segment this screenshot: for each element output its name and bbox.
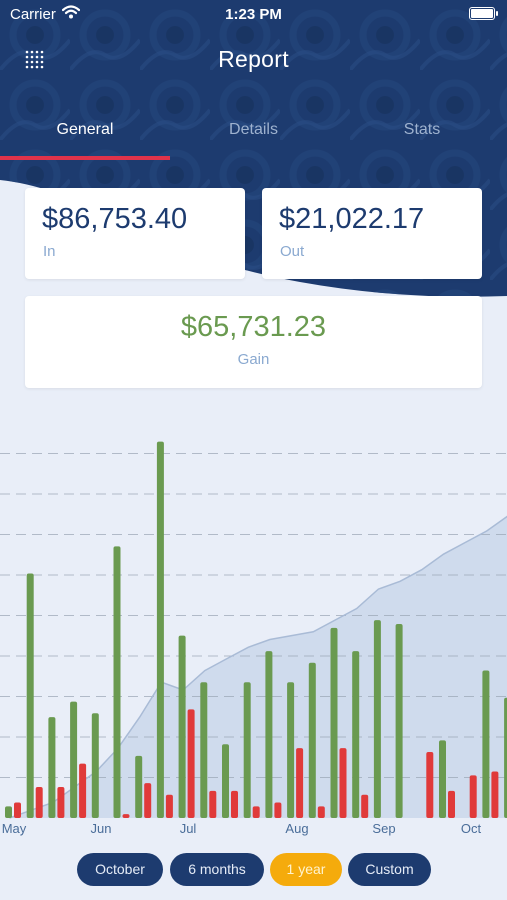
status-time: 1:23 PM	[225, 6, 282, 23]
expense-label: Out	[280, 243, 305, 260]
x-axis-label: Jul	[180, 821, 197, 836]
x-axis-label: Sep	[372, 821, 395, 836]
expense-bar	[35, 786, 43, 818]
income-amount: $86,753.40	[42, 203, 188, 235]
tab-bar: General Details Stats	[0, 115, 507, 163]
income-bar	[243, 682, 251, 818]
gain-label: Gain	[237, 351, 270, 368]
expense-bar	[491, 771, 499, 818]
expense-bar	[361, 794, 369, 818]
income-bar	[70, 701, 78, 818]
income-bar	[265, 651, 273, 818]
x-axis-label: Aug	[285, 821, 308, 836]
expense-bar	[448, 790, 455, 818]
expense-bar	[469, 775, 477, 818]
expense-bar	[144, 783, 152, 818]
expense-bar	[122, 814, 130, 818]
income-bar	[5, 806, 12, 818]
x-axis-label: May	[2, 821, 27, 836]
expense-bar	[296, 748, 304, 818]
page-title: Report	[218, 46, 289, 72]
income-label: In	[43, 243, 56, 260]
income-bar	[482, 670, 490, 818]
gain-card: $65,731.23 Gain	[25, 296, 482, 388]
status-bar: Carrier 1:23 PM	[0, 0, 507, 30]
tab-stats[interactable]: Stats	[337, 121, 507, 139]
income-bar	[308, 662, 316, 818]
expense-bar	[209, 790, 217, 818]
income-bar	[352, 651, 360, 818]
range-6-months-button[interactable]: 6 months	[170, 853, 264, 886]
expense-bar	[187, 709, 195, 818]
x-axis-label: Jun	[91, 821, 112, 836]
income-bar	[26, 573, 34, 818]
expense-bar	[14, 802, 21, 818]
income-card: $86,753.40 In	[25, 188, 245, 279]
expense-bar	[252, 806, 260, 818]
report-chart: May Jun Jul Aug Sep Oct	[0, 441, 507, 836]
income-bar	[91, 713, 99, 818]
expense-bar	[339, 748, 347, 818]
income-bar	[222, 744, 229, 818]
income-bar	[48, 717, 56, 818]
gain-amount: $65,731.23	[180, 311, 327, 343]
active-tab-indicator	[0, 156, 170, 160]
income-bar	[178, 635, 186, 818]
income-bar	[287, 682, 295, 818]
range-selector: October 6 months 1 year Custom	[0, 853, 507, 887]
income-bar	[135, 755, 143, 818]
income-bar	[156, 441, 164, 818]
income-bar	[113, 546, 121, 818]
tab-general[interactable]: General	[0, 121, 170, 139]
expense-bar	[231, 790, 238, 818]
nav-bar: Report	[0, 40, 507, 80]
income-bar	[395, 624, 403, 818]
expense-card: $21,022.17 Out	[262, 188, 482, 279]
expense-bar	[274, 802, 282, 818]
tab-details[interactable]: Details	[170, 121, 337, 139]
income-bar	[439, 740, 446, 818]
income-bar	[373, 620, 381, 818]
battery-icon	[469, 7, 498, 20]
income-bar	[200, 682, 208, 818]
range-october-button[interactable]: October	[77, 853, 163, 886]
range-custom-button[interactable]: Custom	[348, 853, 431, 886]
range-1-year-button[interactable]: 1 year	[270, 853, 342, 886]
expense-bar	[426, 752, 434, 818]
expense-bar	[57, 786, 65, 818]
expense-bar	[165, 794, 173, 818]
x-axis-label: Oct	[461, 821, 482, 836]
expense-bar	[79, 763, 87, 818]
income-bar	[330, 627, 338, 818]
expense-bar	[317, 806, 325, 818]
expense-amount: $21,022.17	[279, 203, 425, 235]
